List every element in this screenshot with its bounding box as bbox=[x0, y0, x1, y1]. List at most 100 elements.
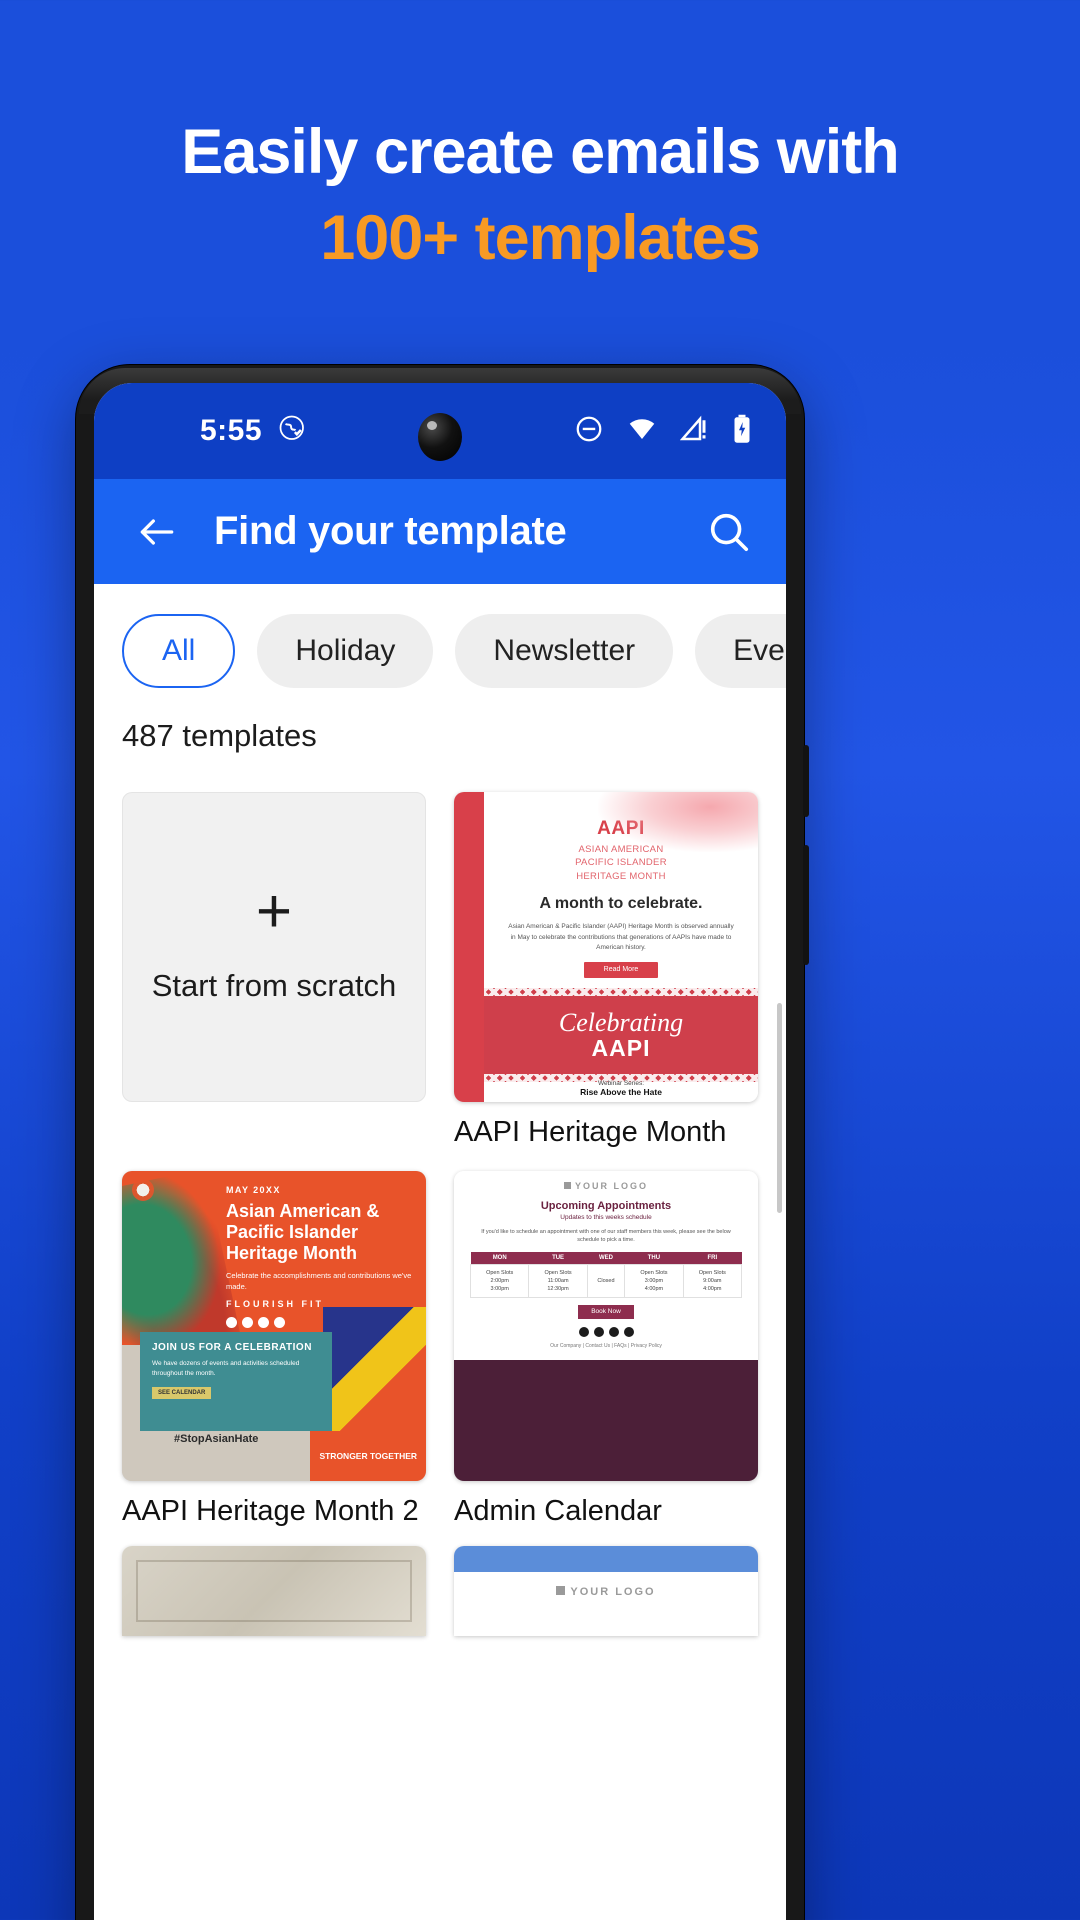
preview-title: Asian American & Pacific Islander Herita… bbox=[226, 1201, 379, 1264]
preview-title-line-2: Pacific Islander bbox=[226, 1221, 359, 1242]
table-header-cell: FRI bbox=[683, 1251, 742, 1264]
plus-icon: + bbox=[255, 877, 293, 947]
preview-heading: Upcoming Appointments bbox=[540, 1200, 672, 1212]
preview-footer: Our Company | Contact Us | FAQs | Privac… bbox=[550, 1343, 662, 1350]
aapi-heritage-month-thumbnail[interactable]: AAPI ASIAN AMERICAN PACIFIC ISLANDER HER… bbox=[454, 792, 758, 1102]
preview-title-line-3: Heritage Month bbox=[226, 1242, 358, 1263]
template-caption: AAPI Heritage Month 2 bbox=[122, 1495, 419, 1527]
preview-date: MAY 20XX bbox=[226, 1185, 281, 1195]
promo-headline: Easily create emails with 100+ templates bbox=[0, 118, 1080, 277]
app-bar: Find your template bbox=[94, 479, 786, 584]
geometric-decoration bbox=[322, 1307, 426, 1432]
template-caption: Admin Calendar bbox=[454, 1495, 662, 1527]
status-time: 5:55 bbox=[200, 414, 263, 447]
preview-badge: STRONGER TOGETHER bbox=[310, 1431, 426, 1481]
phone-volume-button bbox=[803, 845, 809, 965]
filter-chip-event[interactable]: Event bbox=[695, 614, 786, 688]
social-icons bbox=[226, 1317, 285, 1328]
template-card-aapi-heritage-month-2[interactable]: MAY 20XX Asian American & Pacific Island… bbox=[122, 1171, 426, 1528]
preview-logo: YOUR LOGO bbox=[470, 1181, 742, 1191]
preview-headline: A month to celebrate. bbox=[539, 895, 703, 913]
band-bold-text: AAPI bbox=[591, 1034, 651, 1061]
table-cell: Open Slots 3:00pm 4:00pm bbox=[624, 1263, 684, 1299]
table-header-cell: MON bbox=[470, 1251, 529, 1264]
floral-decoration bbox=[598, 792, 758, 852]
status-bar: 5:55 bbox=[94, 383, 786, 479]
vertical-scrollbar[interactable] bbox=[777, 1003, 782, 1213]
money-template-thumbnail[interactable] bbox=[122, 1546, 426, 1636]
preview-event-card: JOIN US FOR A CELEBRATION We have dozens… bbox=[140, 1332, 332, 1435]
table-header-cell: TUE bbox=[528, 1251, 588, 1264]
preview-schedule-table: MON TUE WED THU FRI Open Slots 2:00pm 3:… bbox=[469, 1251, 743, 1299]
preview-read-more-button: Read More bbox=[584, 961, 658, 978]
template-grid-row-3: YOUR LOGO bbox=[94, 1528, 786, 1636]
preview-subtitle: Celebrate the accomplishments and contri… bbox=[226, 1271, 412, 1291]
thumbnail-header-block bbox=[454, 1546, 758, 1572]
promo-line-2: 100+ templates bbox=[320, 203, 761, 274]
aapi-heritage-month-2-thumbnail[interactable]: MAY 20XX Asian American & Pacific Island… bbox=[122, 1171, 426, 1481]
preview-body: If you'd like to schedule an appointment… bbox=[481, 1229, 731, 1244]
preview-hashtag: #StopAsianHate bbox=[122, 1431, 311, 1481]
event-card-button: SEE CALENDAR bbox=[152, 1386, 212, 1399]
band-script-text: Celebrating bbox=[558, 1007, 684, 1037]
back-button[interactable] bbox=[128, 510, 186, 554]
vpn-globe-icon bbox=[278, 414, 308, 449]
footer-small-text: Webinar Series: bbox=[597, 1080, 645, 1087]
preview-subtitle-line-2: PACIFIC ISLANDER bbox=[575, 857, 667, 869]
filter-chip-row[interactable]: All Holiday Newsletter Event S bbox=[94, 584, 786, 688]
template-grid: + Start from scratch AAPI ASIAN AMERICAN… bbox=[94, 754, 786, 1528]
page-title: Find your template bbox=[214, 509, 567, 553]
phone-screen: 5:55 Find your template All Holiday News… bbox=[94, 383, 786, 1920]
filter-chip-newsletter[interactable]: Newsletter bbox=[455, 614, 674, 688]
start-from-scratch-thumbnail[interactable]: + Start from scratch bbox=[122, 792, 426, 1102]
table-header-cell: WED bbox=[587, 1251, 625, 1264]
cellular-warning-icon bbox=[679, 414, 710, 449]
table-cell: Open Slots 2:00pm 3:00pm bbox=[469, 1263, 530, 1299]
battery-charging-icon bbox=[732, 414, 752, 449]
preview-logo-text: YOUR LOGO bbox=[570, 1586, 656, 1598]
wifi-icon bbox=[626, 414, 658, 449]
social-icons bbox=[470, 1327, 742, 1338]
preview-brand: FLOURISH FIT bbox=[226, 1299, 324, 1309]
thumbnail-sheet: YOUR LOGO Upcoming Appointments Updates … bbox=[454, 1171, 758, 1351]
table-cell: Open Slots 11:00am 12:30pm bbox=[528, 1263, 588, 1299]
thumbnail-side-bar bbox=[454, 792, 484, 1102]
event-card-body: We have dozens of events and activities … bbox=[152, 1360, 300, 1377]
start-from-scratch-label: Start from scratch bbox=[151, 967, 397, 1003]
search-button[interactable] bbox=[706, 509, 752, 555]
zigzag-top bbox=[484, 988, 758, 996]
do-not-disturb-icon bbox=[574, 414, 604, 449]
table-row: Open Slots 2:00pm 3:00pm Open Slots 11:0… bbox=[469, 1263, 743, 1299]
phone-mockup: 5:55 Find your template All Holiday News… bbox=[76, 365, 809, 1920]
front-camera-punchhole bbox=[418, 413, 462, 461]
preview-subtitle-line-3: HERITAGE MONTH bbox=[576, 870, 666, 882]
event-card-title: JOIN US FOR A CELEBRATION bbox=[152, 1342, 312, 1354]
template-card-partial-2[interactable]: YOUR LOGO bbox=[454, 1546, 758, 1636]
preview-celebrating-band: Celebrating AAPI bbox=[484, 988, 758, 1082]
table-header-cell: THU bbox=[624, 1251, 684, 1264]
template-card-start-from-scratch[interactable]: + Start from scratch bbox=[122, 792, 426, 1149]
results-count: 487 templates bbox=[122, 718, 317, 753]
phone-power-button bbox=[803, 745, 809, 817]
promo-line-1: Easily create emails with bbox=[181, 117, 899, 187]
template-card-admin-calendar[interactable]: YOUR LOGO Upcoming Appointments Updates … bbox=[454, 1171, 758, 1528]
template-card-aapi-heritage-month[interactable]: AAPI ASIAN AMERICAN PACIFIC ISLANDER HER… bbox=[454, 792, 758, 1149]
table-cell: Open Slots 9:00am 4:00pm bbox=[682, 1263, 743, 1299]
preview-logo: YOUR LOGO bbox=[454, 1572, 758, 1598]
filter-chip-holiday[interactable]: Holiday bbox=[257, 614, 434, 688]
preview-logo-text: YOUR LOGO bbox=[574, 1181, 648, 1191]
logo-mark bbox=[132, 1179, 154, 1201]
table-cell: Closed bbox=[586, 1263, 626, 1299]
preview-subheading: Updates to this weeks schedule bbox=[560, 1214, 652, 1221]
template-card-partial-1[interactable] bbox=[122, 1546, 426, 1636]
filter-chip-all[interactable]: All bbox=[122, 614, 236, 688]
preview-book-now-button: Book Now bbox=[578, 1305, 634, 1320]
footer-bold-text: Rise Above the Hate bbox=[580, 1087, 662, 1097]
preview-body: Asian American & Pacific Islander (AAPI)… bbox=[508, 923, 734, 951]
logo-template-thumbnail[interactable]: YOUR LOGO bbox=[454, 1546, 758, 1636]
admin-calendar-thumbnail[interactable]: YOUR LOGO Upcoming Appointments Updates … bbox=[454, 1171, 758, 1481]
preview-footer: Webinar Series: Rise Above the Hate bbox=[484, 1080, 758, 1102]
template-caption: AAPI Heritage Month bbox=[454, 1116, 727, 1148]
table-header-row: MON TUE WED THU FRI bbox=[470, 1251, 742, 1264]
thumbnail-footer-block bbox=[454, 1360, 758, 1481]
